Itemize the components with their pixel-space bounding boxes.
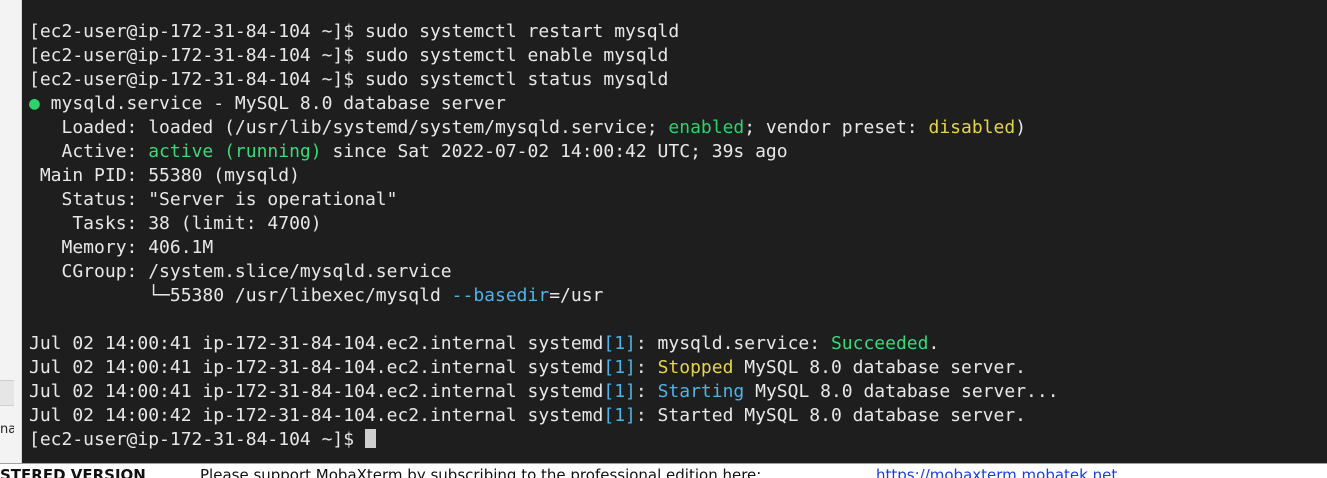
banner-message: Please support MobaXterm by subscribing …	[200, 466, 762, 478]
log-prefix: Jul 02 14:00:41 ip-172-31-84-104.ec2.int…	[29, 333, 604, 354]
log-text: .	[928, 333, 940, 354]
shell-prompt: [ec2-user@ip-172-31-84-104 ~]$	[29, 21, 355, 42]
side-panel-scroll-marker[interactable]	[0, 380, 14, 406]
terminal-line: [ec2-user@ip-172-31-84-104 ~]$ sudo syst…	[29, 68, 1327, 92]
log-pid: [1]	[603, 405, 636, 426]
basedir-option: --basedir	[451, 285, 550, 306]
shell-prompt: [ec2-user@ip-172-31-84-104 ~]$	[29, 45, 355, 66]
shell-prompt: [ec2-user@ip-172-31-84-104 ~]$	[29, 69, 355, 90]
cgroup-child-process: └─55380 /usr/libexec/mysqld	[29, 285, 452, 306]
service-cgroup-child-line: └─55380 /usr/libexec/mysqld --basedir=/u…	[29, 284, 1327, 308]
service-status-line: Status: "Server is operational"	[29, 189, 398, 210]
log-prefix: Jul 02 14:00:42 ip-172-31-84-104.ec2.int…	[29, 405, 604, 426]
vendor-preset-label: ; vendor preset:	[744, 117, 929, 138]
subscribe-link[interactable]: https://mobaxterm.mobatek.net	[876, 468, 1117, 478]
service-active-line: Active: active (running) since Sat 2022-…	[29, 140, 1327, 164]
log-line: Jul 02 14:00:42 ip-172-31-84-104.ec2.int…	[29, 404, 1327, 428]
service-memory-line: Memory: 406.1M	[29, 237, 214, 258]
log-pid: [1]	[603, 357, 636, 378]
active-state: active (running)	[148, 141, 322, 162]
log-prefix: Jul 02 14:00:41 ip-172-31-84-104.ec2.int…	[29, 357, 604, 378]
shell-prompt: [ec2-user@ip-172-31-84-104 ~]$	[29, 429, 355, 450]
disabled-state: disabled	[928, 117, 1016, 138]
prompt-line[interactable]: [ec2-user@ip-172-31-84-104 ~]$	[29, 428, 1327, 452]
active-label: Active:	[29, 141, 149, 162]
command-text: sudo systemctl status mysqld	[364, 69, 669, 90]
log-text: MySQL 8.0 database server.	[733, 357, 1027, 378]
log-highlight: Stopped	[657, 357, 734, 378]
loaded-label: Loaded:	[29, 117, 149, 138]
log-text: MySQL 8.0 database server...	[744, 381, 1059, 402]
side-panel-clipped-text: na	[0, 422, 14, 437]
service-header-text: mysqld.service - MySQL 8.0 database serv…	[39, 93, 506, 114]
log-line: Jul 02 14:00:41 ip-172-31-84-104.ec2.int…	[29, 332, 1327, 356]
active-bullet-icon: ●	[29, 93, 40, 114]
log-text: :	[635, 381, 658, 402]
log-pid: [1]	[603, 333, 636, 354]
loaded-close: )	[1015, 117, 1027, 138]
service-main-pid-line: Main PID: 55380 (mysqld)	[29, 165, 300, 186]
terminal-line: [ec2-user@ip-172-31-84-104 ~]$ sudo syst…	[29, 20, 1327, 44]
left-side-panel: na	[0, 0, 22, 463]
log-text: : Started MySQL 8.0 database server.	[635, 405, 1027, 426]
log-text: : mysqld.service:	[635, 333, 831, 354]
log-line: Jul 02 14:00:41 ip-172-31-84-104.ec2.int…	[29, 380, 1327, 404]
unregistered-banner: STERED VERSION Please support MobaXterm …	[0, 463, 1327, 478]
log-prefix: Jul 02 14:00:41 ip-172-31-84-104.ec2.int…	[29, 381, 604, 402]
log-highlight: Succeeded	[830, 333, 929, 354]
log-line: Jul 02 14:00:41 ip-172-31-84-104.ec2.int…	[29, 356, 1327, 380]
log-pid: [1]	[603, 381, 636, 402]
enabled-state: enabled	[668, 117, 745, 138]
active-since: since Sat 2022-07-02 14:00:42 UTC; 39s a…	[321, 141, 788, 162]
basedir-value: =/usr	[549, 285, 604, 306]
banner-label: STERED VERSION	[0, 466, 146, 478]
service-tasks-line: Tasks: 38 (limit: 4700)	[29, 213, 322, 234]
service-cgroup-line: CGroup: /system.slice/mysqld.service	[29, 261, 452, 282]
log-highlight: Starting	[657, 381, 745, 402]
command-text: sudo systemctl restart mysqld	[364, 21, 680, 42]
service-header-line: ● mysqld.service - MySQL 8.0 database se…	[29, 92, 1327, 116]
terminal-line: [ec2-user@ip-172-31-84-104 ~]$ sudo syst…	[29, 44, 1327, 68]
command-text: sudo systemctl enable mysqld	[364, 45, 669, 66]
service-loaded-line: Loaded: loaded (/usr/lib/systemd/system/…	[29, 116, 1327, 140]
log-text: :	[635, 357, 658, 378]
terminal-window[interactable]: [ec2-user@ip-172-31-84-104 ~]$ sudo syst…	[22, 0, 1327, 463]
text-cursor	[364, 429, 376, 448]
loaded-path: loaded (/usr/lib/systemd/system/mysqld.s…	[148, 117, 669, 138]
